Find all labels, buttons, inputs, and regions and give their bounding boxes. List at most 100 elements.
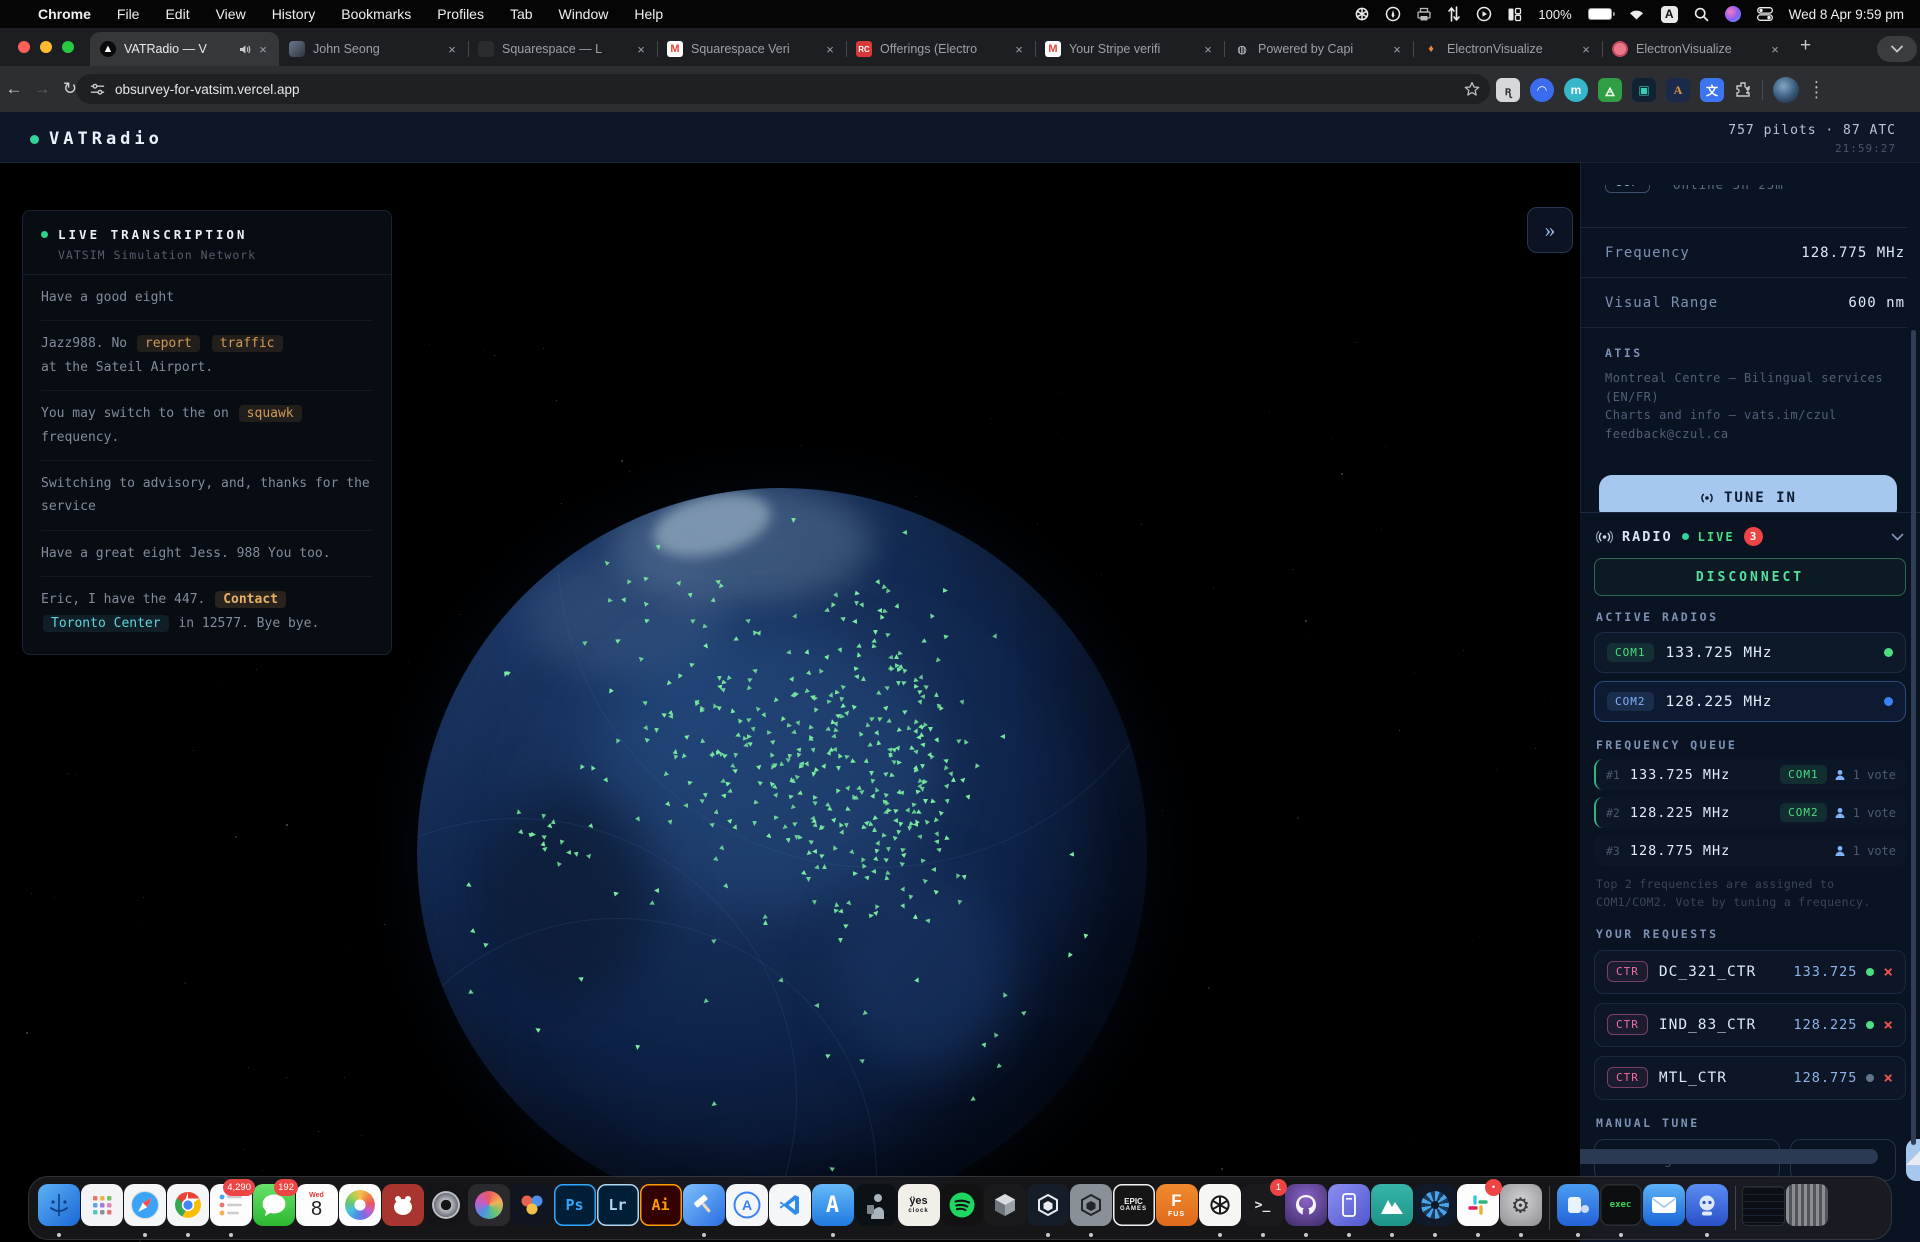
profile-avatar[interactable] bbox=[1773, 77, 1799, 103]
dock-item-exec[interactable]: exec bbox=[1599, 1177, 1642, 1239]
dock-item-finder[interactable] bbox=[37, 1177, 80, 1239]
tab-close-icon[interactable]: × bbox=[444, 42, 460, 57]
tab-search-button[interactable] bbox=[1877, 36, 1917, 62]
tab-close-icon[interactable]: × bbox=[255, 42, 271, 57]
tune-in-button[interactable]: TUNE IN bbox=[1599, 475, 1897, 512]
dock-item-launchpad[interactable] bbox=[80, 1177, 123, 1239]
extension-m-icon[interactable]: m bbox=[1564, 78, 1588, 102]
dock-item-photos[interactable] bbox=[338, 1177, 381, 1239]
new-tab-button[interactable]: + bbox=[1800, 35, 1811, 57]
minimized-window-thumbnail[interactable] bbox=[1742, 1186, 1785, 1226]
browser-tab-1[interactable]: ▲VATRadio — V× bbox=[90, 32, 279, 66]
tab-close-icon[interactable]: × bbox=[1200, 42, 1216, 57]
dock-item-unity[interactable] bbox=[1069, 1177, 1112, 1239]
dock-item-reminders[interactable]: 4,290 bbox=[209, 1177, 252, 1239]
play-icon[interactable] bbox=[1476, 6, 1492, 22]
forward-button[interactable]: → bbox=[28, 79, 56, 99]
browser-tab-7[interactable]: ◍Powered by Capi× bbox=[1224, 32, 1413, 66]
dock-item-photoshop[interactable]: Ps bbox=[553, 1177, 596, 1239]
menu-item-window[interactable]: Window bbox=[559, 6, 609, 22]
tab-close-icon[interactable]: × bbox=[822, 42, 838, 57]
menu-item-profiles[interactable]: Profiles bbox=[437, 6, 484, 22]
dock-item-davinci-resolve[interactable] bbox=[510, 1177, 553, 1239]
dock-item-app-store[interactable]: A bbox=[811, 1177, 854, 1239]
dock-item-chrome[interactable] bbox=[166, 1177, 209, 1239]
bookmark-star-icon[interactable] bbox=[1464, 81, 1480, 97]
dock-item-lightroom[interactable]: Lr bbox=[596, 1177, 639, 1239]
columns-icon[interactable] bbox=[1507, 7, 1522, 22]
browser-tab-2[interactable]: John Seong× bbox=[279, 32, 468, 66]
browser-tab-3[interactable]: Squarespace — L× bbox=[468, 32, 657, 66]
dock-item-nordvpn[interactable] bbox=[1370, 1177, 1413, 1239]
active-radio-com1[interactable]: COM1133.725 MHz bbox=[1594, 632, 1906, 673]
tab-audio-icon[interactable] bbox=[239, 44, 251, 55]
request-row-mtl_ctr[interactable]: CTRMTL_CTR128.775× bbox=[1594, 1056, 1906, 1100]
queue-row-1[interactable]: #1133.725 MHzCOM11 vote bbox=[1594, 759, 1906, 790]
request-row-dc_321_ctr[interactable]: CTRDC_321_CTR133.725× bbox=[1594, 950, 1906, 994]
queue-row-2[interactable]: #2128.225 MHzCOM21 vote bbox=[1594, 797, 1906, 828]
chrome-menu-icon[interactable]: ⋮⋮ bbox=[1809, 85, 1823, 95]
dock-item-safari[interactable] bbox=[123, 1177, 166, 1239]
dock-item-final-cut[interactable] bbox=[467, 1177, 510, 1239]
dock-item-vscode[interactable] bbox=[768, 1177, 811, 1239]
dock-item-messages[interactable]: 192 bbox=[252, 1177, 295, 1239]
browser-tab-6[interactable]: MYour Stripe verifi× bbox=[1035, 32, 1224, 66]
vertical-scrollbar[interactable] bbox=[1911, 330, 1916, 1145]
remove-request-button[interactable]: × bbox=[1883, 964, 1893, 980]
dock-item-bear[interactable] bbox=[381, 1177, 424, 1239]
dock-item-spotify[interactable] bbox=[940, 1177, 983, 1239]
dock-item-epic-games[interactable]: EPICGAMES bbox=[1112, 1177, 1155, 1239]
tab-close-icon[interactable]: × bbox=[1578, 42, 1594, 57]
dock-item-unity-hub[interactable] bbox=[1026, 1177, 1069, 1239]
window-minimize-button[interactable] bbox=[40, 41, 52, 53]
browser-tab-5[interactable]: RCOfferings (Electro× bbox=[846, 32, 1035, 66]
dock-item-fusion[interactable]: FFUS bbox=[1155, 1177, 1198, 1239]
menu-item-help[interactable]: Help bbox=[634, 6, 663, 22]
chatgpt-icon[interactable] bbox=[1354, 6, 1370, 22]
dock-item-blockbench[interactable] bbox=[983, 1177, 1026, 1239]
arrows-icon[interactable] bbox=[1447, 6, 1461, 22]
siri-icon[interactable] bbox=[1725, 6, 1741, 22]
dock-item-minimized-window[interactable] bbox=[1742, 1177, 1785, 1239]
dock-item-kindle[interactable] bbox=[854, 1177, 897, 1239]
menu-item-history[interactable]: History bbox=[272, 6, 316, 22]
trash-icon[interactable] bbox=[1786, 1184, 1828, 1226]
extension-r-icon[interactable]: ꭆ bbox=[1496, 78, 1520, 102]
dock-item-github[interactable] bbox=[1284, 1177, 1327, 1239]
collapse-chevron-icon[interactable] bbox=[1891, 529, 1904, 545]
compass-icon[interactable] bbox=[1385, 6, 1401, 22]
browser-tab-9[interactable]: ElectronVisualize× bbox=[1602, 32, 1791, 66]
tab-close-icon[interactable]: × bbox=[1767, 42, 1783, 57]
dock-item-terminal[interactable]: >_1 bbox=[1241, 1177, 1284, 1239]
dock-item-yes-clock[interactable]: ÿesclock bbox=[897, 1177, 940, 1239]
extension-cam-icon[interactable]: ▣ bbox=[1632, 78, 1656, 102]
menubar-clock[interactable]: Wed 8 Apr 9:59 pm bbox=[1789, 7, 1904, 22]
menu-item-tab[interactable]: Tab bbox=[510, 6, 533, 22]
dock-item-slack[interactable]: • bbox=[1456, 1177, 1499, 1239]
collapse-sidebar-button[interactable]: » bbox=[1527, 207, 1573, 253]
menu-item-bookmarks[interactable]: Bookmarks bbox=[341, 6, 411, 22]
tab-close-icon[interactable]: × bbox=[1011, 42, 1027, 57]
dock-item-screens-app[interactable] bbox=[1556, 1177, 1599, 1239]
dock-item-illustrator[interactable]: Ai bbox=[639, 1177, 682, 1239]
extension-arc-icon[interactable]: ◠ bbox=[1530, 78, 1554, 102]
menu-item-edit[interactable]: Edit bbox=[165, 6, 189, 22]
printer-icon[interactable] bbox=[1416, 7, 1432, 22]
horizontal-scrollbar[interactable] bbox=[1580, 1149, 1878, 1164]
dock-item-hammer-app[interactable] bbox=[682, 1177, 725, 1239]
tab-close-icon[interactable]: × bbox=[633, 42, 649, 57]
queue-row-3[interactable]: #3128.775 MHz1 vote bbox=[1594, 835, 1906, 866]
browser-tab-8[interactable]: ♦ElectronVisualize× bbox=[1413, 32, 1602, 66]
site-settings-icon[interactable] bbox=[90, 82, 105, 97]
browser-tab-4[interactable]: MSquarespace Veri× bbox=[657, 32, 846, 66]
translate-icon[interactable]: 文 bbox=[1700, 78, 1724, 102]
dock-item-settings[interactable]: ⚙ bbox=[1499, 1177, 1542, 1239]
dock-item-trash[interactable] bbox=[1785, 1177, 1828, 1239]
spotlight-search-icon[interactable] bbox=[1694, 7, 1709, 22]
dock-item-assistant[interactable] bbox=[1685, 1177, 1728, 1239]
request-row-ind_83_ctr[interactable]: CTRIND_83_CTR128.225× bbox=[1594, 1003, 1906, 1047]
earth-globe[interactable] bbox=[417, 488, 1147, 1218]
window-close-button[interactable] bbox=[18, 41, 30, 53]
active-radio-com2[interactable]: COM2128.225 MHz bbox=[1594, 681, 1906, 722]
dock-item-disc-player[interactable] bbox=[424, 1177, 467, 1239]
